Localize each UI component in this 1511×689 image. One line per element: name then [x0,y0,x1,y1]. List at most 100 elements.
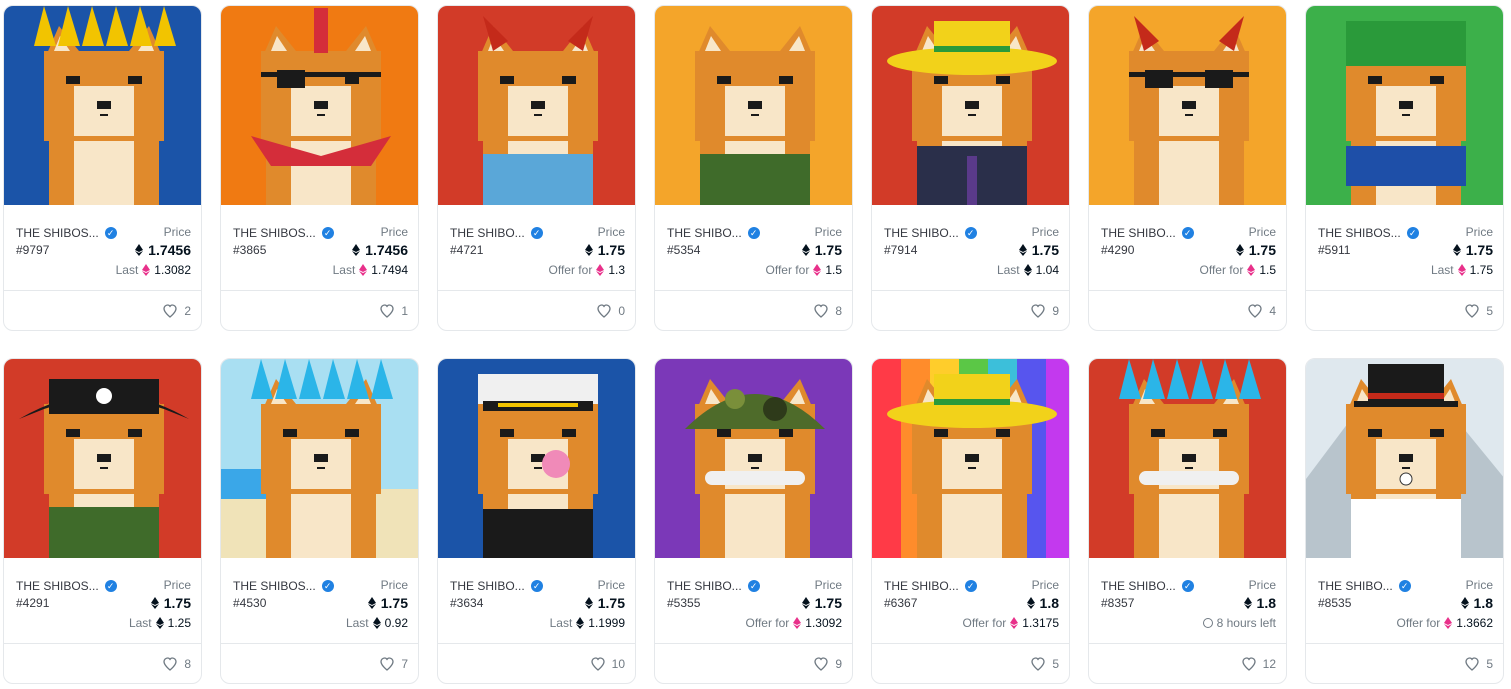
collection-name[interactable]: THE SHIBOS... ✓ [1318,226,1419,240]
card-info: THE SHIBOS... ✓ #9797 Price 1.7456 Last 1.3082 [4,205,201,291]
eth-icon [1026,597,1035,609]
nft-card[interactable]: THE SHIBO... ✓ #6367 Price 1.8 Offer for 1.317… [871,358,1070,684]
favorite-button[interactable]: 9 [1030,303,1059,319]
nft-card[interactable]: THE SHIBO... ✓ #8535 Price 1.8 Offer for 1.366… [1305,358,1504,684]
price-subline: Offer for 1.5 [766,263,842,277]
collection-name[interactable]: THE SHIBO... ✓ [450,226,543,240]
eth-icon [352,244,361,256]
subline-label: Offer for [548,263,593,277]
nft-card[interactable]: THE SHIBO... ✓ #4721 Price 1.75 Offer for 1.3 0 [437,5,636,331]
nft-card[interactable]: THE SHIBO... ✓ #8357 Price 1.8 8 hours left 12 [1088,358,1287,684]
nft-image[interactable] [1089,6,1286,205]
collection-name[interactable]: THE SHIBO... ✓ [667,226,760,240]
price-value: 1.7456 [352,242,408,258]
favorite-button[interactable]: 5 [1464,303,1493,319]
collection-name[interactable]: THE SHIBOS... ✓ [16,579,117,593]
favorite-count: 7 [401,657,408,671]
price-amount: 1.8 [1473,595,1493,611]
card-info: THE SHIBO... ✓ #6367 Price 1.8 Offer for 1.317… [872,558,1069,644]
nft-image[interactable] [438,359,635,558]
token-id: #8535 [1318,596,1352,610]
favorite-button[interactable]: 4 [1247,303,1276,319]
collection-name[interactable]: THE SHIBO... ✓ [1101,226,1194,240]
nft-image[interactable] [655,6,852,205]
shibo-pixel-art [438,6,635,205]
favorite-button[interactable]: 9 [813,656,842,672]
subline-value: 1.3175 [1022,616,1059,630]
nft-grid: THE SHIBOS... ✓ #9797 Price 1.7456 Last 1.3082… [0,0,1511,689]
subline-value: 1.04 [1035,263,1059,277]
favorite-button[interactable]: 0 [596,303,625,319]
favorite-button[interactable]: 5 [1464,656,1493,672]
price-amount: 1.75 [597,242,625,258]
nft-card[interactable]: THE SHIBO... ✓ #5355 Price 1.75 Offer for 1.30… [654,358,853,684]
collection-name[interactable]: THE SHIBO... ✓ [450,579,543,593]
price-label: Price [1465,225,1493,239]
token-id: #4721 [450,243,484,257]
verified-badge-icon: ✓ [964,580,977,592]
shibo-pixel-art [655,6,852,205]
nft-image[interactable] [4,6,201,205]
nft-image[interactable] [438,6,635,205]
collection-name[interactable]: THE SHIBO... ✓ [667,579,760,593]
verified-badge-icon: ✓ [530,227,543,239]
nft-image[interactable] [4,359,201,558]
verified-badge-icon: ✓ [747,580,760,592]
nft-image[interactable] [655,359,852,558]
favorite-button[interactable]: 2 [162,303,191,319]
price-amount: 1.75 [814,242,842,258]
heart-icon [1465,304,1479,318]
nft-card[interactable]: THE SHIBOS... ✓ #4530 Price 1.75 Last 0.92 7 [220,358,419,684]
card-info: THE SHIBO... ✓ #8357 Price 1.8 8 hours left [1089,558,1286,644]
favorite-button[interactable]: 7 [379,656,408,672]
favorite-button[interactable]: 8 [813,303,842,319]
nft-card[interactable]: THE SHIBO... ✓ #7914 Price 1.75 Last 1.04 9 [871,5,1070,331]
nft-image[interactable] [872,6,1069,205]
nft-image[interactable] [1089,359,1286,558]
eth-icon [367,597,376,609]
price-label: Price [597,225,625,239]
favorite-button[interactable]: 1 [379,303,408,319]
nft-card[interactable]: THE SHIBO... ✓ #5354 Price 1.75 Offer for 1.5 8 [654,5,853,331]
favorite-button[interactable]: 5 [1030,656,1059,672]
favorite-button[interactable]: 12 [1241,656,1276,672]
verified-badge-icon: ✓ [104,580,117,592]
nft-image[interactable] [221,359,418,558]
collection-name[interactable]: THE SHIBOS... ✓ [16,226,117,240]
collection-name-text: THE SHIBOS... [16,579,99,593]
verified-badge-icon: ✓ [747,227,760,239]
collection-name[interactable]: THE SHIBO... ✓ [884,226,977,240]
collection-name[interactable]: THE SHIBO... ✓ [1101,579,1194,593]
collection-name[interactable]: THE SHIBOS... ✓ [233,226,334,240]
price-subline: Offer for 1.3662 [1397,616,1494,630]
collection-name[interactable]: THE SHIBOS... ✓ [233,579,334,593]
eth-icon [1023,264,1032,276]
favorite-count: 5 [1052,657,1059,671]
collection-name-text: THE SHIBO... [884,579,959,593]
nft-card[interactable]: THE SHIBO... ✓ #3634 Price 1.75 Last 1.1999 10 [437,358,636,684]
favorite-count: 4 [1269,304,1276,318]
clock-icon [1202,618,1213,628]
subline-value: 1.25 [167,616,191,630]
heart-icon [1248,304,1262,318]
collection-name-text: THE SHIBO... [1318,579,1393,593]
nft-image[interactable] [872,359,1069,558]
nft-card[interactable]: THE SHIBOS... ✓ #9797 Price 1.7456 Last 1.3082… [3,5,202,331]
nft-card[interactable]: THE SHIBOS... ✓ #4291 Price 1.75 Last 1.25 8 [3,358,202,684]
favorite-button[interactable]: 10 [590,656,625,672]
collection-name[interactable]: THE SHIBO... ✓ [1318,579,1411,593]
nft-image[interactable] [1306,359,1503,558]
nft-image[interactable] [1306,6,1503,205]
nft-image[interactable] [221,6,418,205]
collection-name-text: THE SHIBO... [1101,226,1176,240]
shibo-pixel-art [4,6,201,205]
nft-card[interactable]: THE SHIBOS... ✓ #5911 Price 1.75 Last 1.75 5 [1305,5,1504,331]
heart-icon [597,304,611,318]
nft-card[interactable]: THE SHIBO... ✓ #4290 Price 1.75 Offer for 1.5 4 [1088,5,1287,331]
price-subline: Last 1.25 [129,616,191,630]
subline-value: 1.3 [608,263,625,277]
favorite-button[interactable]: 8 [162,656,191,672]
favorite-count: 2 [184,304,191,318]
nft-card[interactable]: THE SHIBOS... ✓ #3865 Price 1.7456 Last 1.7494… [220,5,419,331]
collection-name[interactable]: THE SHIBO... ✓ [884,579,977,593]
